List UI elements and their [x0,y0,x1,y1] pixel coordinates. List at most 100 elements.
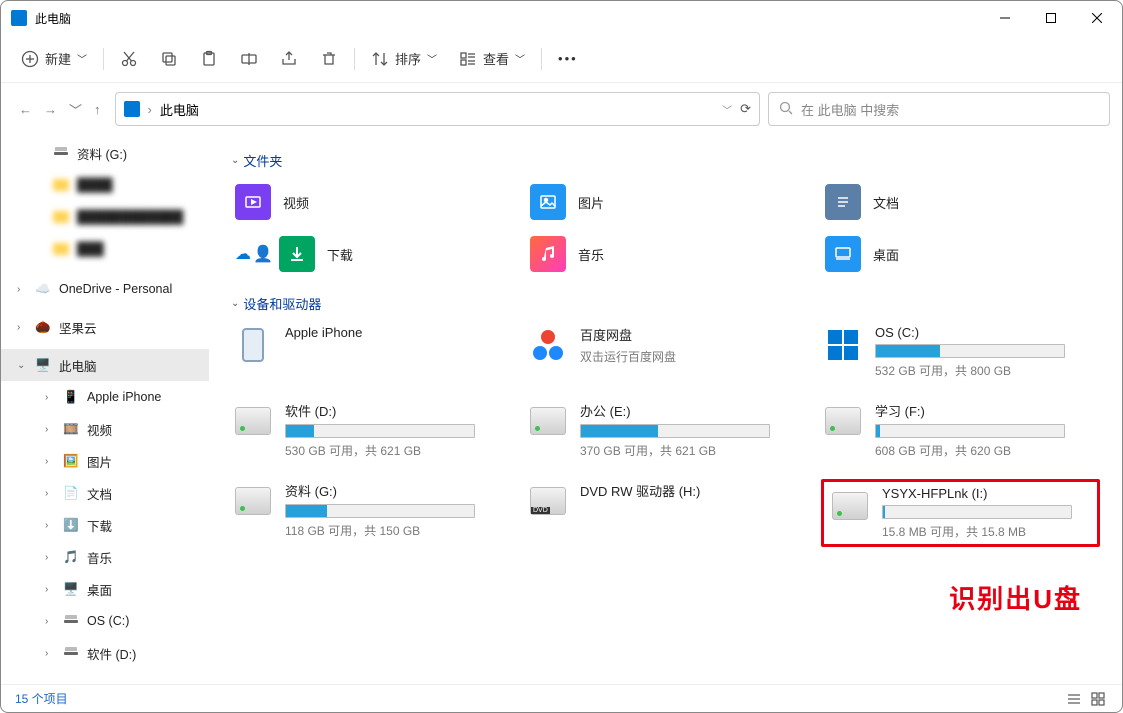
drive-label: YSYX-HFPLnk (I:) [882,486,1091,501]
sidebar: 资料 (G:) ████ ████████████ ███ ›☁️OneDriv… [1,135,209,684]
drive-iphone[interactable]: Apple iPhone [231,323,510,381]
new-button[interactable]: 新建 ﹀ [11,41,97,77]
sidebar-item-drive-d[interactable]: ›软件 (D:) [1,637,209,669]
drive-d[interactable]: 软件 (D:)530 GB 可用，共 621 GB [231,399,510,461]
folder-videos[interactable]: 视频 [231,180,510,224]
usage-fill [876,345,940,357]
drive-label: 软件 (D:) [285,401,508,420]
sidebar-item-videos[interactable]: ›🎞️视频 [1,413,209,445]
forward-button[interactable]: → [44,102,57,117]
close-button[interactable] [1074,2,1120,34]
sidebar-item-this-pc[interactable]: ⌄🖥️此电脑 [1,349,209,381]
drive-os-c[interactable]: OS (C:)532 GB 可用，共 800 GB [821,323,1100,381]
sidebar-item-desktop[interactable]: › 🖥️ 桌面 [1,573,209,605]
refresh-button[interactable]: ⟳ [740,101,751,117]
statusbar: 15 个项目 [1,684,1122,712]
minimize-button[interactable] [982,2,1028,34]
drive-usb[interactable]: YSYX-HFPLnk (I:)15.8 MB 可用，共 15.8 MB [821,479,1100,547]
drive-label: 资料 (G:) [285,481,508,500]
drive-label: Apple iPhone [285,325,508,340]
section-drives-header[interactable]: ⌄ 设备和驱动器 [231,294,1100,313]
drive-label: DVD RW 驱动器 (H:) [580,481,803,500]
search-icon [779,101,793,118]
sidebar-item-label: 文档 [87,484,112,503]
sidebar-item-iphone[interactable]: ›📱Apple iPhone [1,381,209,413]
share-button[interactable] [270,41,308,77]
drive-icon [528,401,568,441]
desktop-icon: 🖥️ [63,581,79,597]
folder-documents[interactable]: 文档 [821,180,1100,224]
sidebar-item-pictures[interactable]: ›🖼️图片 [1,445,209,477]
folder-desktop[interactable]: 桌面 [821,232,1100,276]
sidebar-item-drive-g[interactable]: 资料 (G:) [1,137,209,169]
delete-button[interactable] [310,41,348,77]
drive-e[interactable]: 办公 (E:)370 GB 可用，共 621 GB [526,399,805,461]
sidebar-item-jianguoyun[interactable]: ›🌰坚果云 [1,311,209,343]
sidebar-item-blurred[interactable]: ████ [1,169,209,201]
picture-icon: 🖼️ [63,453,79,469]
desktop-icon [825,236,861,272]
drive-icon [63,613,79,629]
rename-button[interactable] [230,41,268,77]
sort-button[interactable]: 排序 ﹀ [361,41,447,77]
chevron-right-icon: › [45,616,55,627]
recent-button[interactable]: ﹀ [69,100,82,119]
sidebar-item-drive-c[interactable]: ›OS (C:) [1,605,209,637]
paste-button[interactable] [190,41,228,77]
toolbar: 新建 ﹀ 排序 ﹀ 查看 ﹀ ••• [1,35,1122,83]
view-button[interactable]: 查看 ﹀ [449,41,535,77]
chevron-right-icon: › [45,424,55,435]
chevron-right-icon: › [45,456,55,467]
chevron-down-icon[interactable]: ﹀ [722,102,732,117]
location-icon [124,101,140,117]
nut-icon: 🌰 [35,319,51,335]
drive-icon [823,401,863,441]
breadcrumb-sep: › [148,102,152,117]
app-icon [11,10,27,26]
address-bar[interactable]: › 此电脑 ﹀ ⟳ [115,92,760,126]
sidebar-item-label: 资料 (G:) [77,144,127,163]
back-button[interactable]: ← [19,102,32,117]
usage-bar [875,424,1065,438]
folder-label: 桌面 [873,245,899,264]
section-folders-header[interactable]: ⌄ 文件夹 [231,151,1100,170]
maximize-button[interactable] [1028,2,1074,34]
drive-g[interactable]: 资料 (G:)118 GB 可用，共 150 GB [231,479,510,547]
drive-f[interactable]: 学习 (F:)608 GB 可用，共 620 GB [821,399,1100,461]
cloud-icon: ☁️ [35,281,51,297]
chevron-down-icon: ⌄ [231,155,239,166]
sidebar-item-blurred[interactable]: ███ [1,233,209,265]
more-icon: ••• [558,51,578,66]
up-button[interactable]: ↑ [94,102,101,117]
folder-pictures[interactable]: 图片 [526,180,805,224]
breadcrumb[interactable]: 此电脑 [160,100,199,119]
sidebar-item-downloads[interactable]: ›⬇️下载 [1,509,209,541]
chevron-right-icon: › [17,284,27,295]
drive-sublabel: 608 GB 可用，共 620 GB [875,442,1098,459]
cut-button[interactable] [110,41,148,77]
chevron-right-icon: › [45,584,55,595]
drive-icon [233,401,273,441]
drive-dvd[interactable]: DVD RW 驱动器 (H:) [526,479,805,547]
folder-music[interactable]: 音乐 [526,232,805,276]
sidebar-item-blurred[interactable]: ████████████ [1,201,209,233]
sort-icon [371,50,389,68]
sidebar-item-onedrive[interactable]: ›☁️OneDrive - Personal [1,273,209,305]
drive-baidu[interactable]: 百度网盘双击运行百度网盘 [526,323,805,381]
download-icon [279,236,315,272]
tiles-view-button[interactable] [1088,689,1108,709]
folders-grid: 视频 图片 文档 ☁👤 下载 音乐 桌面 [231,180,1100,276]
sidebar-item-music[interactable]: ›🎵音乐 [1,541,209,573]
copy-button[interactable] [150,41,188,77]
sidebar-item-label: 桌面 [87,580,112,599]
usage-bar [875,344,1065,358]
paste-icon [200,50,218,68]
sidebar-item-documents[interactable]: ›📄文档 [1,477,209,509]
dvd-icon [528,481,568,521]
details-view-button[interactable] [1064,689,1084,709]
annotation-text: 识别出U盘 [821,579,1100,616]
video-icon [235,184,271,220]
more-button[interactable]: ••• [548,41,588,77]
folder-downloads[interactable]: ☁👤 下载 [231,232,510,276]
search-input[interactable]: 在 此电脑 中搜索 [768,92,1110,126]
